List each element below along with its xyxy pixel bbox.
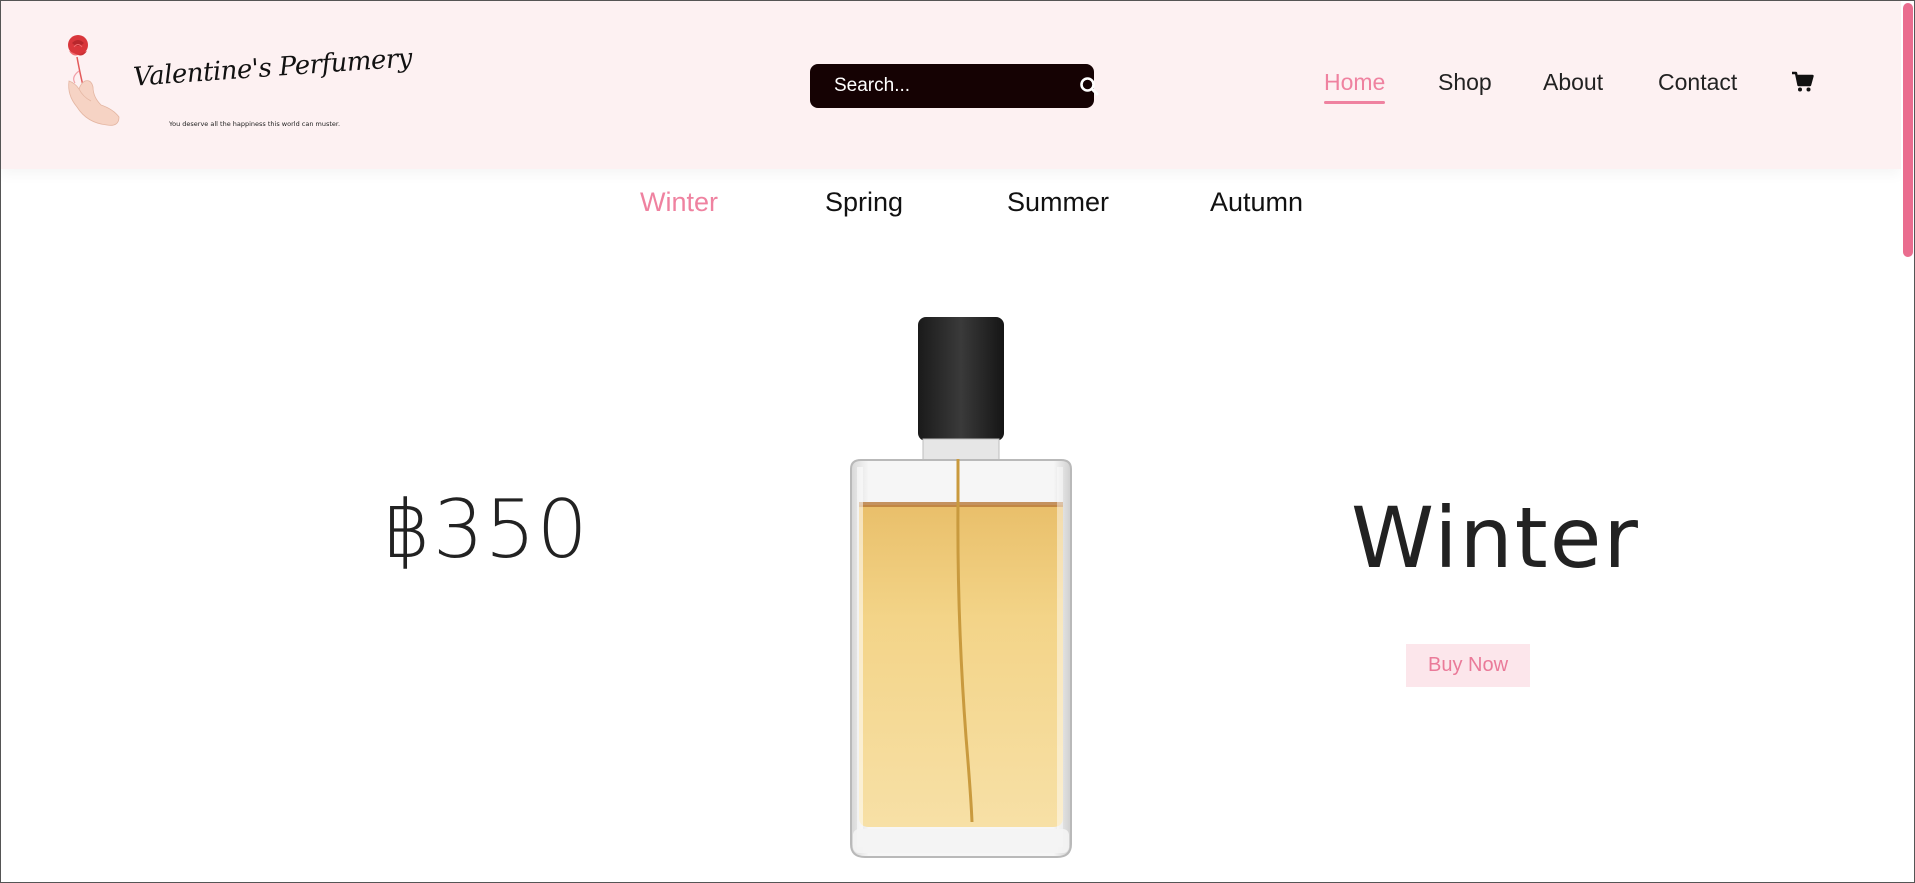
tab-spring[interactable]: Spring bbox=[825, 187, 903, 218]
hand-rose-icon bbox=[68, 35, 120, 126]
site-header: Valentine's Perfumery You deserve all th… bbox=[1, 1, 1901, 169]
scrollbar-thumb[interactable] bbox=[1903, 3, 1913, 257]
tab-winter[interactable]: Winter bbox=[640, 187, 718, 218]
search-icon[interactable] bbox=[1079, 75, 1099, 97]
product-name: Winter bbox=[1351, 489, 1640, 587]
search-input[interactable] bbox=[834, 75, 1079, 97]
tab-autumn[interactable]: Autumn bbox=[1210, 187, 1303, 218]
nav-about[interactable]: About bbox=[1543, 69, 1603, 96]
search-bar bbox=[810, 64, 1099, 108]
tab-summer[interactable]: Summer bbox=[1007, 187, 1109, 218]
shopping-cart-icon[interactable] bbox=[1791, 71, 1815, 95]
nav-home[interactable]: Home bbox=[1324, 69, 1386, 104]
page: Valentine's Perfumery You deserve all th… bbox=[0, 0, 1915, 883]
brand-name: Valentine's Perfumery bbox=[132, 43, 413, 93]
buy-now-button[interactable]: Buy Now bbox=[1406, 644, 1530, 687]
product-price: ฿350 bbox=[381, 483, 589, 576]
brand-logo[interactable]: Valentine's Perfumery You deserve all th… bbox=[63, 31, 413, 141]
nav-shop[interactable]: Shop bbox=[1438, 69, 1492, 96]
nav-contact[interactable]: Contact bbox=[1658, 69, 1737, 96]
brand-tagline: You deserve all the happiness this world… bbox=[169, 120, 341, 128]
perfume-bottle-image bbox=[841, 317, 1081, 862]
page-scrollbar[interactable] bbox=[1901, 1, 1914, 882]
